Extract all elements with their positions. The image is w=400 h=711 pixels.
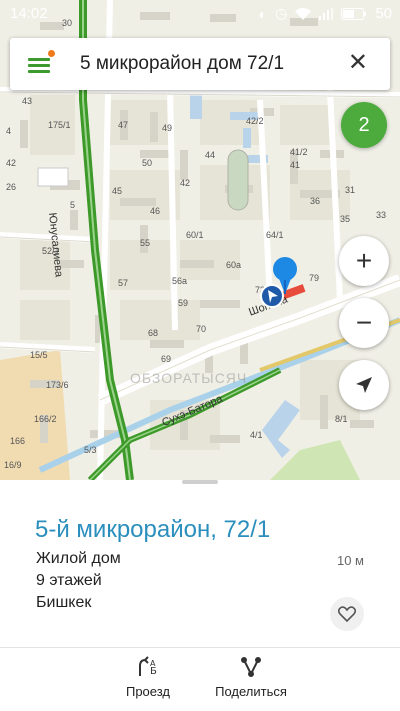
status-bar: 14:02 ◐ ◷ 50 <box>0 0 400 28</box>
place-city: Бишкек <box>36 594 92 611</box>
place-title: 5-й микрорайон, 72/1 <box>35 516 271 543</box>
signal-icon <box>319 7 334 20</box>
favorite-button[interactable] <box>330 597 364 631</box>
building-number: 56а <box>172 276 188 286</box>
building-number: 60а <box>226 260 242 270</box>
building-number: 8/1 <box>335 414 348 424</box>
building-number: 35 <box>340 214 351 224</box>
results-count-badge[interactable]: 2 <box>341 102 387 148</box>
building-number: 59 <box>178 298 189 308</box>
plus-icon: + <box>355 245 373 276</box>
menu-icon[interactable] <box>28 50 55 74</box>
building-number: 79 <box>309 273 320 283</box>
heart-icon <box>338 606 356 622</box>
search-bar[interactable]: 5 микрорайон дом 72/1 ✕ <box>10 38 390 90</box>
building-number: 42/2 <box>246 116 264 126</box>
route-label: Проезд <box>125 684 170 699</box>
share-icon <box>241 657 261 677</box>
route-button[interactable]: БА Проезд <box>118 656 178 699</box>
building-number: 60/1 <box>186 230 204 240</box>
building-number: 15/5 <box>30 350 48 360</box>
share-button[interactable]: Поделиться <box>205 656 297 699</box>
alarm-icon: ◷ <box>275 5 288 21</box>
building-number: 5 <box>70 200 76 210</box>
place-type: Жилой дом <box>36 550 121 567</box>
building-number: 52/1 <box>42 246 60 256</box>
search-query[interactable]: 5 микрорайон дом 72/1 <box>80 53 284 75</box>
building-number: 47 <box>118 120 129 130</box>
share-label: Поделиться <box>215 684 287 699</box>
close-icon[interactable]: ✕ <box>348 51 368 75</box>
building-number: 173/6 <box>46 380 69 390</box>
building-number: 42 <box>6 158 17 168</box>
battery-level: 50 <box>375 5 392 22</box>
svg-text:А: А <box>150 659 156 668</box>
building-number: 4/1 <box>250 430 263 440</box>
map-watermark: ОБЗОРАТЫСЯЧ <box>130 370 248 386</box>
minus-icon: − <box>355 307 373 338</box>
building-number: 69 <box>161 354 172 364</box>
building-number: 41 <box>290 160 301 170</box>
building-number: 16/9 <box>4 460 22 470</box>
place-card[interactable]: 5-й микрорайон, 72/1 Жилой дом 9 этажей … <box>0 480 400 711</box>
building-number: 175/1 <box>48 120 71 130</box>
battery-icon <box>341 7 367 20</box>
building-number: 31 <box>345 185 356 195</box>
zoom-out-button[interactable]: − <box>339 298 389 348</box>
zoom-in-button[interactable]: + <box>339 236 389 286</box>
building-number: 5/3 <box>84 445 97 455</box>
place-distance: 10 м <box>336 553 364 568</box>
building-number: 68 <box>148 328 159 338</box>
divider <box>0 647 400 648</box>
do-not-disturb-icon: ◐ <box>258 5 268 22</box>
building-number: 64/1 <box>266 230 284 240</box>
building-number: 4 <box>6 126 12 136</box>
building-number: 42 <box>180 178 191 188</box>
building-number: 41/2 <box>290 147 308 157</box>
status-icons: ◐ ◷ 50 <box>259 5 392 22</box>
my-location-icon <box>260 284 284 308</box>
building-number: 44 <box>205 150 216 160</box>
place-floors: 9 этажей <box>36 572 102 589</box>
building-number: 46 <box>150 206 161 216</box>
building-number: 166 <box>10 436 26 446</box>
status-time: 14:02 <box>10 5 48 22</box>
my-location-button[interactable] <box>339 360 389 410</box>
route-icon: БА <box>139 656 157 677</box>
building-number: 26 <box>6 182 17 192</box>
building-number: 33 <box>376 210 387 220</box>
wifi-icon <box>295 7 312 20</box>
building-number: 166/2 <box>34 414 57 424</box>
building-number: 70 <box>196 324 207 334</box>
building-number: 45 <box>112 186 123 196</box>
notification-dot <box>48 50 55 57</box>
navigation-arrow-icon <box>356 377 372 393</box>
building-number: 50 <box>142 158 153 168</box>
building-number: 43 <box>22 96 33 106</box>
building-number: 57 <box>118 278 129 288</box>
building-number: 36 <box>310 196 321 206</box>
building-number: 55 <box>140 238 151 248</box>
drag-handle[interactable] <box>182 480 218 484</box>
building-number: 49 <box>162 123 173 133</box>
